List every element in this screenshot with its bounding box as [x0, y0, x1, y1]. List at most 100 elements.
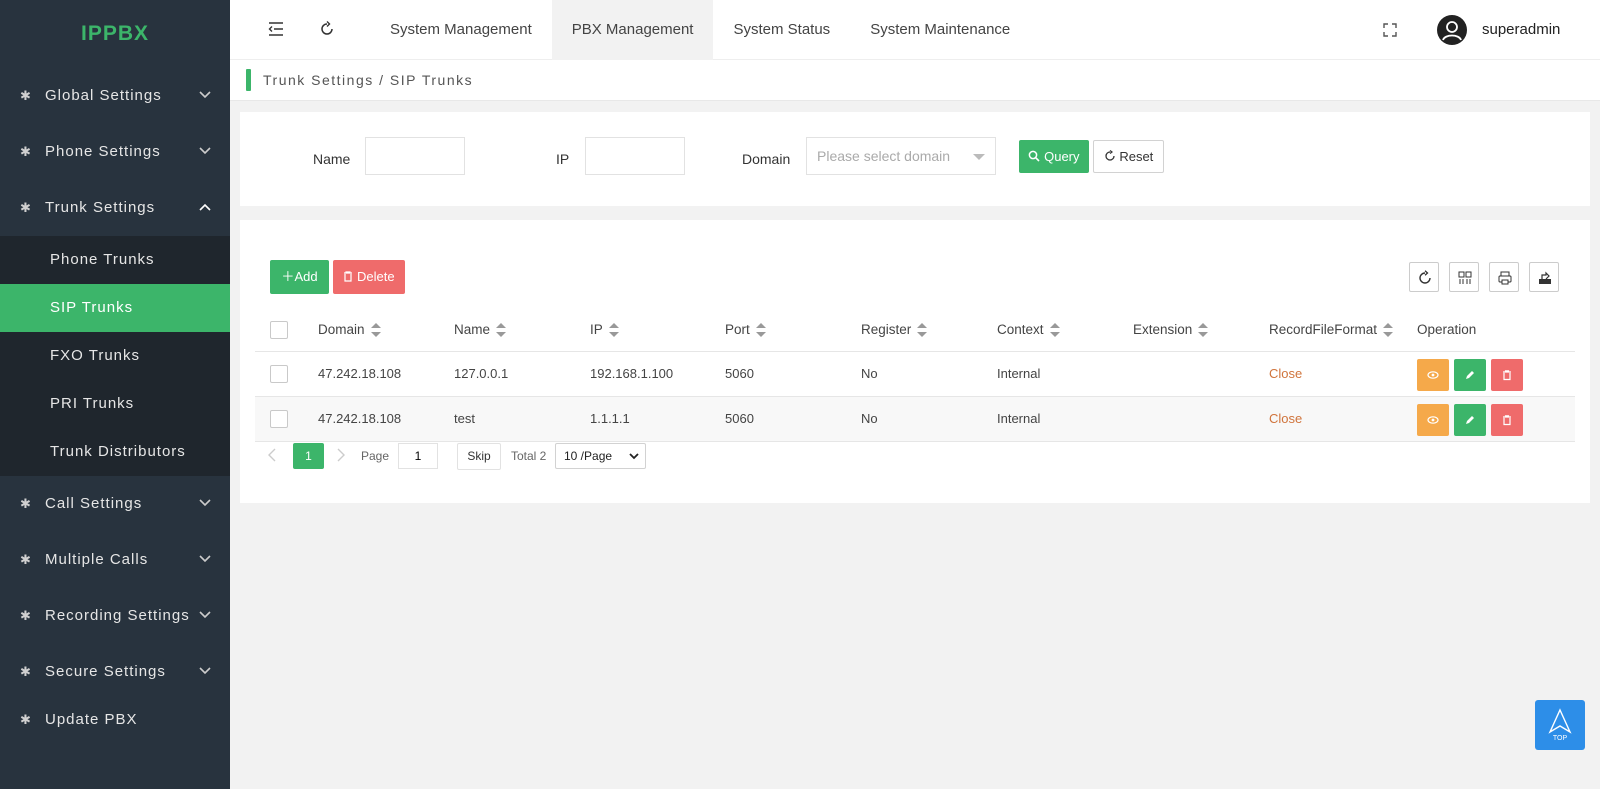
caret-down-icon [973, 154, 985, 160]
tab-system-management[interactable]: System Management [370, 0, 552, 60]
sidebar-item-trunk-distributors[interactable]: Trunk Distributors [0, 428, 230, 476]
sort-icon[interactable] [1383, 323, 1394, 338]
cell-record-format[interactable]: Close [1269, 352, 1302, 396]
column-filter-button[interactable] [1449, 262, 1479, 292]
select-all-checkbox[interactable] [270, 321, 288, 339]
cell-context: Internal [997, 366, 1041, 381]
page-button-current[interactable]: 1 [293, 443, 324, 469]
sort-icon[interactable] [370, 323, 381, 338]
sidebar-item-secure-settings[interactable]: ✱ Secure Settings [0, 644, 230, 700]
column-header-context[interactable]: Context [997, 308, 1060, 352]
table-row: 47.242.18.108 test 1.1.1.1 5060 No Inter… [255, 397, 1575, 442]
sidebar-item-recording-settings[interactable]: ✱ Recording Settings [0, 588, 230, 644]
back-to-top-button[interactable]: TOP [1535, 700, 1585, 750]
page-size-value: 10 /Page [564, 449, 613, 463]
sort-icon[interactable] [1198, 323, 1209, 338]
rocket-icon: TOP [1548, 708, 1572, 742]
cell-register: No [861, 411, 878, 426]
sidebar-item-multiple-calls[interactable]: ✱ Multiple Calls [0, 532, 230, 588]
search-icon [1028, 149, 1044, 164]
gear-icon: ✱ [20, 200, 32, 215]
row-checkbox[interactable] [270, 410, 288, 428]
chevron-down-icon [629, 453, 639, 460]
sidebar-item-update-pbx[interactable]: ✱ Update PBX [0, 700, 230, 730]
cell-context: Internal [997, 411, 1041, 426]
view-button[interactable] [1417, 404, 1449, 436]
sidebar-item-label: Multiple Calls [45, 551, 149, 568]
column-header-extension[interactable]: Extension [1133, 308, 1209, 352]
sidebar-item-trunk-settings[interactable]: ✱ Trunk Settings [0, 180, 230, 236]
delete-button[interactable]: Delete [333, 260, 405, 294]
column-header-ip[interactable]: IP [590, 308, 619, 352]
column-header-operation: Operation [1417, 322, 1477, 337]
skip-button[interactable]: Skip [457, 443, 501, 470]
column-header-domain[interactable]: Domain [318, 308, 381, 352]
sort-icon[interactable] [608, 323, 619, 338]
sidebar-item-fxo-trunks[interactable]: FXO Trunks [0, 332, 230, 380]
sort-icon[interactable] [496, 323, 507, 338]
export-button[interactable] [1529, 262, 1559, 292]
sidebar-item-sip-trunks[interactable]: SIP Trunks [0, 284, 230, 332]
reset-button-label: Reset [1119, 149, 1154, 164]
ip-input[interactable] [585, 137, 685, 175]
cell-domain: 47.242.18.108 [318, 411, 402, 426]
sidebar-item-pri-trunks[interactable]: PRI Trunks [0, 380, 230, 428]
delete-row-button[interactable] [1491, 404, 1523, 436]
fullscreen-icon[interactable] [1382, 22, 1398, 38]
column-header-register[interactable]: Register [861, 308, 928, 352]
total-label: Total 2 [511, 449, 547, 463]
tab-pbx-management[interactable]: PBX Management [551, 0, 714, 60]
column-header-port[interactable]: Port [725, 308, 766, 352]
gear-icon: ✱ [20, 496, 32, 511]
table-refresh-button[interactable] [1409, 262, 1439, 292]
delete-row-button[interactable] [1491, 359, 1523, 391]
domain-select[interactable]: Please select domain [806, 137, 996, 175]
breadcrumb-bar: Trunk Settings / SIP Trunks [230, 60, 1600, 101]
breadcrumb: Trunk Settings / SIP Trunks [263, 72, 474, 88]
eye-icon [1427, 416, 1439, 424]
tab-system-maintenance[interactable]: System Maintenance [850, 0, 1030, 60]
name-input[interactable] [365, 137, 465, 175]
page-input[interactable] [398, 443, 438, 469]
sidebar-item-phone-settings[interactable]: ✱ Phone Settings [0, 124, 230, 180]
sort-icon[interactable] [917, 323, 928, 338]
reset-button[interactable]: Reset [1093, 140, 1164, 173]
query-button[interactable]: Query [1019, 140, 1089, 173]
username[interactable]: superadmin [1482, 0, 1560, 60]
cell-name: 127.0.0.1 [454, 366, 509, 381]
cell-ip: 192.168.1.100 [590, 366, 674, 381]
chevron-left-icon[interactable] [268, 448, 282, 464]
top-header: System Management PBX Management System … [230, 0, 1600, 60]
trash-icon [343, 269, 357, 284]
row-checkbox[interactable] [270, 365, 288, 383]
view-button[interactable] [1417, 359, 1449, 391]
tab-system-status[interactable]: System Status [713, 0, 850, 60]
column-header-recordfileformat[interactable]: RecordFileFormat [1269, 308, 1394, 352]
avatar[interactable] [1437, 15, 1467, 45]
refresh-icon[interactable] [318, 20, 338, 40]
sidebar-item-global-settings[interactable]: ✱ Global Settings [0, 68, 230, 124]
table-header-row: Domain Name IP Port Register Context Ext… [255, 308, 1575, 352]
table-panel: ＋Add Delete Domain Name IP Port Register… [240, 220, 1590, 503]
chevron-down-icon [199, 588, 213, 644]
sidebar-item-phone-trunks[interactable]: Phone Trunks [0, 236, 230, 284]
sort-icon[interactable] [755, 323, 766, 338]
chevron-down-icon [199, 532, 213, 588]
sort-icon[interactable] [1049, 323, 1060, 338]
cell-record-format[interactable]: Close [1269, 397, 1302, 441]
sidebar-item-label: Call Settings [45, 495, 143, 512]
chevron-right-icon[interactable] [337, 448, 351, 464]
add-button[interactable]: ＋Add [270, 260, 329, 294]
sip-trunks-table: Domain Name IP Port Register Context Ext… [255, 308, 1575, 442]
domain-label: Domain [742, 151, 791, 167]
edit-button[interactable] [1454, 404, 1486, 436]
sidebar-item-label: Update PBX [45, 711, 138, 728]
delete-button-label: Delete [357, 269, 395, 284]
edit-button[interactable] [1454, 359, 1486, 391]
menu-collapse-icon[interactable] [267, 20, 287, 40]
gear-icon: ✱ [20, 712, 32, 727]
sidebar-item-call-settings[interactable]: ✱ Call Settings [0, 476, 230, 532]
print-button[interactable] [1489, 262, 1519, 292]
column-header-name[interactable]: Name [454, 308, 507, 352]
page-size-select[interactable]: 10 /Page [555, 443, 646, 469]
